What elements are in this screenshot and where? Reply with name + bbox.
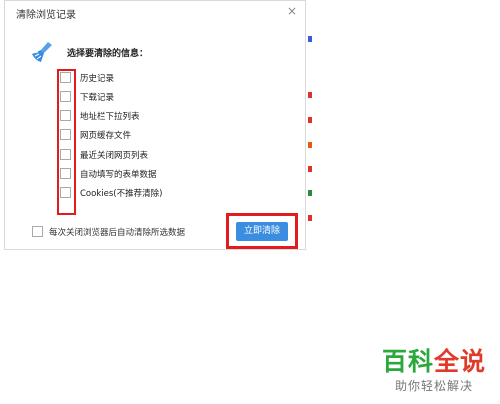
option-label: Cookies(不推荐清除) xyxy=(80,189,163,199)
watermark-subtitle: 助你轻松解决 xyxy=(394,379,473,393)
page-fragment xyxy=(308,36,312,42)
dialog-title: 清除浏览记录 xyxy=(16,10,76,21)
auto-clear-label: 每次关闭浏览器后自动清除所选数据 xyxy=(49,228,186,238)
option-recently-closed[interactable]: 最近关闭网页列表 xyxy=(60,148,220,162)
option-label: 地址栏下拉列表 xyxy=(80,112,140,122)
page-fragment xyxy=(308,215,312,221)
page-fragment xyxy=(308,117,312,123)
option-page-cache[interactable]: 网页缓存文件 xyxy=(60,128,220,142)
option-label: 网页缓存文件 xyxy=(80,131,132,141)
option-label: 自动填写的表单数据 xyxy=(80,170,157,180)
option-autofill-forms[interactable]: 自动填写的表单数据 xyxy=(60,167,220,181)
clear-now-button[interactable]: 立即清除 xyxy=(236,222,288,241)
broom-icon xyxy=(32,42,52,62)
clear-browsing-data-dialog: 清除浏览记录 × 选择要清除的信息： 历史记录 下载记录 地址栏下拉列表 网页缓… xyxy=(4,0,306,250)
page-fragment xyxy=(308,142,312,148)
auto-clear-checkbox[interactable] xyxy=(32,226,43,237)
watermark-title: 百科全说 xyxy=(381,347,486,376)
highlight-frame-checkboxes xyxy=(57,69,76,215)
option-address-bar-list[interactable]: 地址栏下拉列表 xyxy=(60,109,220,123)
page-fragment xyxy=(308,190,312,196)
dialog-title-bar: 清除浏览记录 × xyxy=(5,1,305,27)
option-history[interactable]: 历史记录 xyxy=(60,71,220,85)
page-fragment xyxy=(308,166,312,172)
option-label: 最近关闭网页列表 xyxy=(80,151,149,161)
page-fragment xyxy=(308,92,312,98)
option-label: 历史记录 xyxy=(80,74,115,84)
option-downloads[interactable]: 下载记录 xyxy=(60,90,220,104)
background-page-edge xyxy=(307,0,315,260)
close-icon[interactable]: × xyxy=(287,4,297,18)
watermark-logo: 百科全说 助你轻松解决 xyxy=(382,348,486,394)
section-heading: 选择要清除的信息： xyxy=(67,49,149,59)
option-cookies[interactable]: Cookies(不推荐清除) xyxy=(60,186,220,200)
option-label: 下载记录 xyxy=(80,93,115,103)
